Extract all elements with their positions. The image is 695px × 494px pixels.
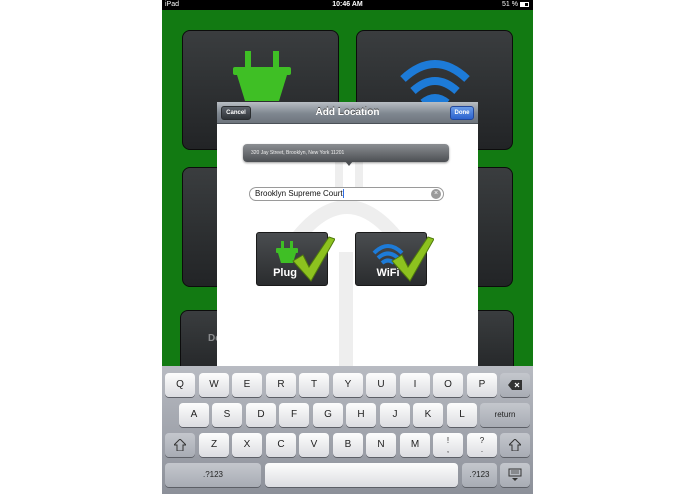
numbers-key-left[interactable]: .?123 [165, 463, 261, 487]
numbers-key-right[interactable]: .?123 [462, 463, 497, 487]
add-location-dialog: Add Location Cancel Done 320 Jay Street,… [217, 102, 478, 372]
key-i[interactable]: I [400, 373, 430, 397]
key-c[interactable]: C [266, 433, 296, 457]
text-cursor [342, 189, 344, 199]
shift-key-right[interactable] [500, 433, 530, 457]
hide-keyboard-key[interactable] [500, 463, 530, 487]
key-j[interactable]: J [380, 403, 410, 427]
key-m[interactable]: M [400, 433, 430, 457]
return-key[interactable]: return [480, 403, 530, 427]
key-r[interactable]: R [266, 373, 296, 397]
status-bar: iPad 10:46 AM 51 % [162, 0, 533, 10]
period-label: . [480, 445, 484, 454]
address-pointer-icon [345, 161, 353, 166]
key-o[interactable]: O [433, 373, 463, 397]
key-e[interactable]: E [232, 373, 262, 397]
key-y[interactable]: Y [333, 373, 363, 397]
battery-icon [520, 1, 529, 7]
key-k[interactable]: K [413, 403, 443, 427]
key-g[interactable]: G [313, 403, 343, 427]
space-bar[interactable] [265, 463, 458, 487]
key-x[interactable]: X [232, 433, 262, 457]
status-time: 10:46 AM [332, 1, 363, 8]
key-z[interactable]: Z [199, 433, 229, 457]
key-w[interactable]: W [199, 373, 229, 397]
shift-icon [172, 438, 188, 452]
key-h[interactable]: H [346, 403, 376, 427]
address-label: 320 Jay Street, Brooklyn, New York 11201 [243, 144, 449, 162]
backspace-icon [508, 380, 522, 390]
clear-icon[interactable]: × [431, 189, 441, 199]
key-s[interactable]: S [212, 403, 242, 427]
checkmark-icon [391, 236, 434, 282]
checkmark-icon [292, 236, 335, 282]
key-n[interactable]: N [366, 433, 396, 457]
key-l[interactable]: L [447, 403, 477, 427]
battery-percent: 51 % [502, 1, 518, 8]
key-p[interactable]: P [467, 373, 497, 397]
shift-icon [507, 438, 523, 452]
wifi-type-button[interactable]: WiFi [355, 232, 434, 286]
key-exclaim-comma[interactable]: ! , [433, 433, 463, 457]
on-screen-keyboard: Q W E R T Y U I O P A S D F G H J K L re… [162, 366, 533, 494]
exclaim-label: ! [446, 436, 450, 445]
comma-label: , [446, 445, 450, 454]
ipad-screen: iPad 10:46 AM 51 % De Add Location Cance… [162, 0, 533, 494]
location-name-value: Brooklyn Supreme Court [255, 189, 343, 198]
key-d[interactable]: D [246, 403, 276, 427]
keyboard-dismiss-icon [508, 468, 522, 481]
question-label: ? [479, 436, 485, 445]
key-question-period[interactable]: ? . [467, 433, 497, 457]
key-u[interactable]: U [366, 373, 396, 397]
battery-indicator: 51 % [502, 0, 529, 10]
location-name-input[interactable]: Brooklyn Supreme Court [249, 187, 444, 201]
key-f[interactable]: F [279, 403, 309, 427]
key-q[interactable]: Q [165, 373, 195, 397]
key-a[interactable]: A [179, 403, 209, 427]
key-t[interactable]: T [299, 373, 329, 397]
plug-type-button[interactable]: Plug [256, 232, 335, 286]
key-v[interactable]: V [299, 433, 329, 457]
key-b[interactable]: B [333, 433, 363, 457]
backspace-key[interactable] [500, 373, 530, 397]
shift-key-left[interactable] [165, 433, 195, 457]
